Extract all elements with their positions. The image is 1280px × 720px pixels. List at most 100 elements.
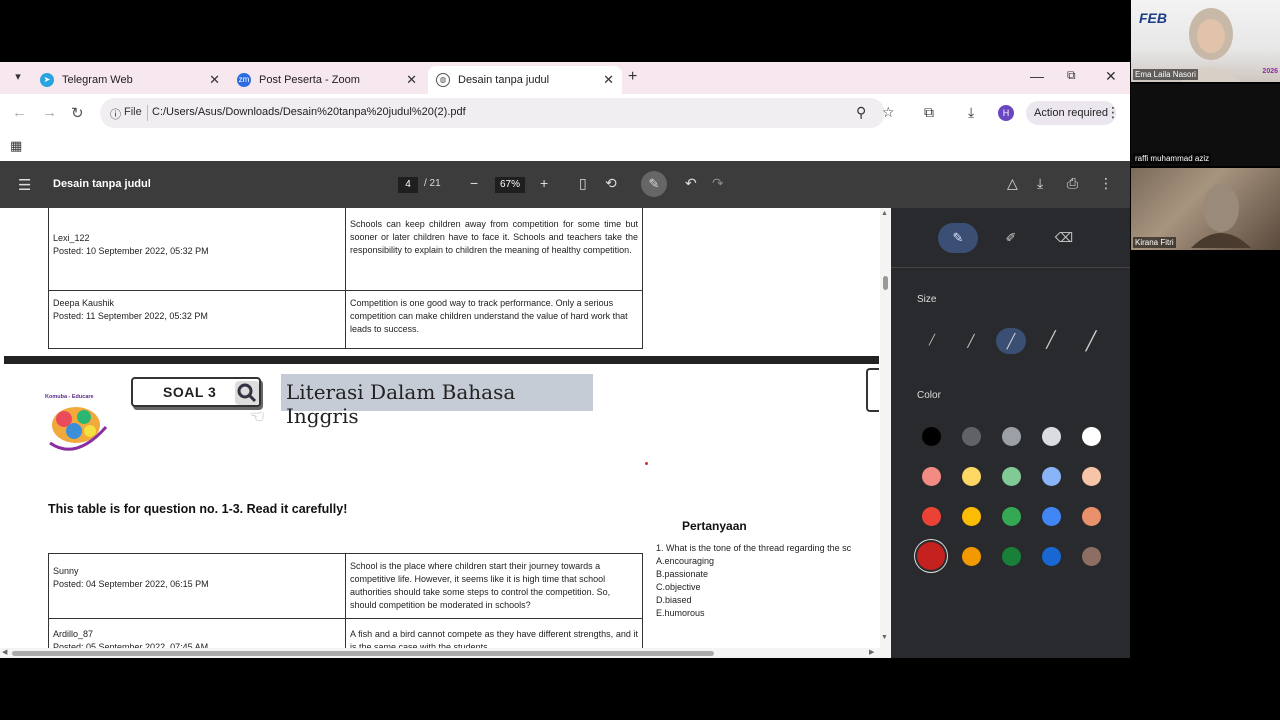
drive-icon[interactable]: △ (1007, 175, 1018, 192)
download-icon[interactable]: ⤓ (968, 104, 974, 121)
video-tile[interactable]: Kirana Fitri (1131, 168, 1280, 250)
hamburger-icon[interactable]: ☰ (18, 176, 31, 194)
document-title: Desain tanpa judul (53, 178, 151, 190)
size-option-5[interactable]: ╱ (1076, 328, 1106, 354)
size-option-4[interactable]: ╱ (1036, 328, 1066, 354)
action-required-button[interactable]: Action required (1026, 101, 1116, 125)
address-bar[interactable]: ⓘ File C:/Users/Asus/Downloads/Desain%20… (100, 98, 895, 128)
table-row: Sunny Posted: 04 September 2022, 06:15 P… (48, 553, 643, 619)
table-cell: Deepa Kaushik Posted: 11 September 2022,… (48, 290, 346, 349)
comment-text: Competition is one good way to track per… (345, 290, 643, 349)
color-swatch[interactable] (1041, 506, 1061, 526)
color-swatch[interactable] (1001, 426, 1021, 446)
apps-grid-icon[interactable]: ▦ (10, 138, 22, 154)
highlighter-icon[interactable]: ✐ (991, 223, 1031, 253)
redo-icon[interactable]: ↷ (712, 175, 724, 192)
info-icon[interactable]: ⓘ (110, 106, 121, 122)
page-number-input[interactable]: 4 (398, 177, 418, 193)
print-icon[interactable]: ⎙ (1067, 175, 1078, 192)
comment-text: Schools can keep children away from comp… (345, 208, 643, 291)
color-swatch[interactable] (961, 546, 981, 566)
banner-text: FEB (1139, 10, 1167, 26)
forward-icon[interactable]: → (42, 104, 57, 121)
new-tab-icon[interactable]: + (628, 68, 637, 86)
tab-telegram[interactable]: ➤ Telegram Web ✕ (32, 66, 228, 94)
color-swatch[interactable] (1041, 426, 1061, 446)
page-total: / 21 (424, 178, 441, 189)
comment-text: School is the place where children start… (345, 553, 643, 619)
restore-icon[interactable]: ⧉ (1067, 68, 1076, 83)
comment-author: Sunny (53, 566, 79, 576)
zoom-icon: zm (237, 73, 251, 87)
scrollbar-thumb[interactable] (883, 276, 888, 290)
color-swatch[interactable] (1041, 546, 1061, 566)
minimize-icon[interactable]: — (1030, 68, 1044, 84)
banner-year: 2026 (1262, 68, 1278, 75)
zoom-level-input[interactable]: 67% (495, 177, 525, 193)
url-text[interactable]: C:/Users/Asus/Downloads/Desain%20tanpa%2… (152, 106, 466, 118)
rotate-icon[interactable]: ⟲ (605, 175, 617, 192)
more-options-icon[interactable]: ⋮ (1099, 175, 1113, 192)
comment-author: Ardillo_87 (53, 629, 94, 639)
soal-badge: SOAL 3 (131, 377, 261, 407)
pdf-viewport[interactable]: Lexi_122 Posted: 10 September 2022, 05:3… (0, 208, 891, 658)
fit-page-icon[interactable]: ▯ (579, 175, 587, 192)
zoom-magnifier-icon[interactable]: ⚲ (856, 104, 866, 121)
tab-bar: ▾ ➤ Telegram Web ✕ zm Post Peserta - Zoo… (0, 62, 1130, 94)
scroll-down-icon[interactable]: ▼ (881, 634, 888, 641)
color-swatch[interactable] (1081, 546, 1101, 566)
color-swatch[interactable] (1001, 506, 1021, 526)
vertical-scrollbar[interactable]: ▲ ▼ (880, 208, 891, 648)
color-swatch[interactable] (1001, 546, 1021, 566)
undo-icon[interactable]: ↶ (685, 175, 697, 192)
reload-icon[interactable]: ↻ (71, 104, 84, 122)
answer-option: E.humorous (656, 608, 705, 618)
eraser-icon[interactable]: ⌫ (1044, 223, 1084, 253)
back-icon[interactable]: ← (12, 104, 27, 121)
tab-desain[interactable]: ◍ Desain tanpa judul ✕ (428, 66, 622, 94)
color-swatch[interactable] (1081, 466, 1101, 486)
tab-search-dropdown-icon[interactable]: ▾ (10, 70, 26, 86)
scroll-right-icon[interactable]: ▶ (869, 648, 874, 656)
color-swatch[interactable] (921, 426, 941, 446)
annotate-icon[interactable]: ✎ (641, 171, 667, 197)
color-swatch[interactable] (917, 542, 945, 570)
participant-video (1191, 184, 1251, 248)
zoom-in-icon[interactable]: + (540, 175, 548, 191)
extensions-icon[interactable]: ⧉ (924, 104, 934, 121)
color-swatch[interactable] (1081, 426, 1101, 446)
video-tile[interactable]: raffi muhammad aziz (1131, 84, 1280, 166)
scrollbar-thumb[interactable] (12, 651, 714, 656)
avatar[interactable]: H (998, 105, 1014, 121)
size-option-3[interactable]: ╱ (996, 328, 1026, 354)
color-swatch[interactable] (1001, 466, 1021, 486)
scroll-up-icon[interactable]: ▲ (881, 210, 888, 217)
page-title: Literasi Dalam Bahasa Inggris (281, 374, 593, 428)
star-icon[interactable]: ☆ (882, 104, 895, 121)
size-option-2[interactable]: ╱ (956, 328, 986, 354)
color-swatch[interactable] (921, 506, 941, 526)
globe-icon: ◍ (436, 73, 450, 87)
menu-icon[interactable]: ⋮ (1106, 104, 1120, 121)
scroll-left-icon[interactable]: ◀ (2, 648, 7, 656)
color-swatch[interactable] (921, 466, 941, 486)
horizontal-scrollbar[interactable]: ◀ ▶ (0, 648, 891, 658)
color-swatch[interactable] (961, 466, 981, 486)
color-swatch[interactable] (961, 426, 981, 446)
zoom-out-icon[interactable]: − (470, 175, 478, 191)
color-swatch[interactable] (1081, 506, 1101, 526)
tab-zoom[interactable]: zm Post Peserta - Zoom ✕ (229, 66, 425, 94)
pen-tool-icon[interactable]: ✎ (938, 223, 978, 253)
question-list: 1. What is the tone of the thread regard… (656, 542, 851, 620)
answer-option: A.encouraging (656, 556, 715, 566)
close-window-icon[interactable]: ✕ (1105, 68, 1117, 85)
close-tab-icon[interactable]: ✕ (603, 72, 614, 88)
color-swatch[interactable] (1041, 466, 1061, 486)
zoom-video-strip: FEB 2026 Ema Laila Nasori raffi muhammad… (1130, 0, 1280, 252)
close-tab-icon[interactable]: ✕ (209, 72, 220, 88)
close-tab-icon[interactable]: ✕ (406, 72, 417, 88)
size-option-1[interactable]: ╱ (917, 328, 947, 354)
video-tile[interactable]: FEB 2026 Ema Laila Nasori (1131, 0, 1280, 82)
color-swatch[interactable] (961, 506, 981, 526)
download-pdf-icon[interactable]: ⤓ (1037, 175, 1043, 192)
